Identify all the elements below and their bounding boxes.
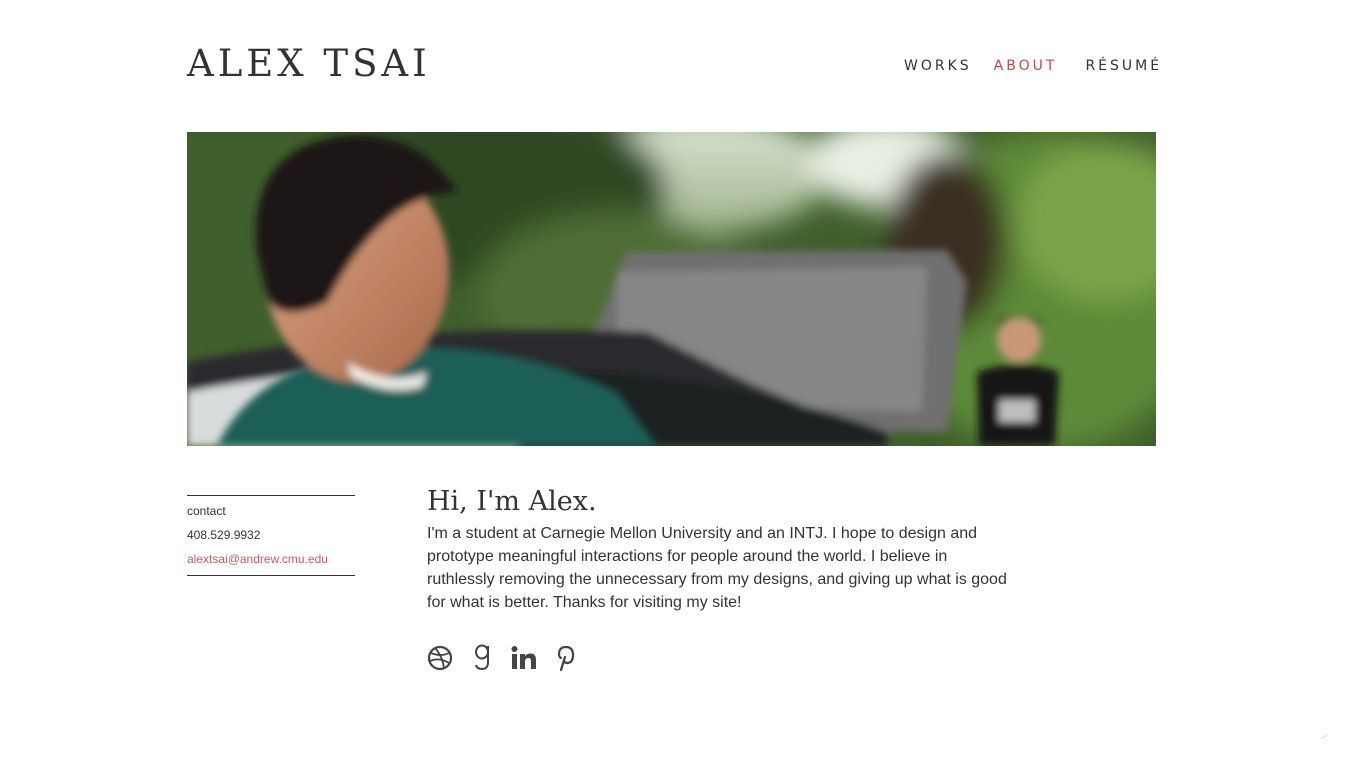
contact-heading: contact (187, 504, 226, 518)
main-nav: WORKS ABOUT RÉSUMÉ (904, 56, 1162, 76)
contact-sidebar: contact 408.529.9932 alextsai@andrew.cmu… (187, 495, 355, 576)
contact-phone: 408.529.9932 (187, 528, 261, 542)
nav-about[interactable]: ABOUT (994, 56, 1058, 76)
page: ALEX TSAI WORKS ABOUT RÉSUMÉ contact 408… (0, 0, 1345, 765)
contact-email-link[interactable]: alextsai@andrew.cmu.edu (187, 551, 355, 567)
intro-heading: Hi, I'm Alex. (427, 486, 597, 517)
linkedin-icon[interactable] (511, 644, 537, 672)
social-links (427, 644, 595, 672)
corner-mark-icon (1321, 735, 1327, 739)
intro-paragraph: I'm a student at Carnegie Mellon Univers… (427, 525, 1007, 611)
dribbble-icon[interactable] (427, 644, 453, 672)
nav-works[interactable]: WORKS (904, 56, 972, 76)
hero-photo (187, 132, 1156, 446)
goodreads-icon[interactable] (469, 644, 495, 672)
site-title[interactable]: ALEX TSAI (187, 40, 431, 88)
pinterest-icon[interactable] (553, 644, 579, 672)
nav-resume[interactable]: RÉSUMÉ (1085, 56, 1162, 76)
